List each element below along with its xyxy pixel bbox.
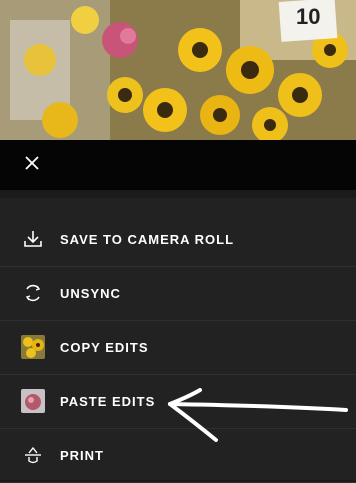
menu-item-copy-edits[interactable]: COPY EDITS	[0, 320, 356, 375]
menu-item-paste-edits[interactable]: PASTE EDITS	[0, 374, 356, 429]
menu-item-label: COPY EDITS	[60, 339, 149, 355]
menu-item-label: UNSYNC	[60, 285, 121, 301]
paste-thumbnail-icon	[20, 388, 46, 414]
download-icon	[20, 226, 46, 252]
close-icon	[24, 155, 40, 176]
price-tag: 10	[296, 4, 321, 29]
menu-item-save-to-camera-roll[interactable]: SAVE TO CAMERA ROLL	[0, 212, 356, 267]
menu-item-label: PRINT	[60, 447, 104, 463]
menu-item-print[interactable]: PRINT	[0, 428, 356, 483]
sync-icon	[20, 280, 46, 306]
copy-thumbnail-icon	[20, 334, 46, 360]
action-menu: SAVE TO CAMERA ROLL UNSYNC COPY EDITS PA…	[0, 198, 356, 483]
print-icon	[20, 442, 46, 468]
top-bar	[0, 140, 356, 190]
menu-item-unsync[interactable]: UNSYNC	[0, 266, 356, 321]
close-button[interactable]	[18, 153, 46, 177]
photo-preview: 10	[0, 0, 356, 140]
menu-item-label: SAVE TO CAMERA ROLL	[60, 231, 235, 247]
menu-item-label: PASTE EDITS	[60, 393, 156, 409]
